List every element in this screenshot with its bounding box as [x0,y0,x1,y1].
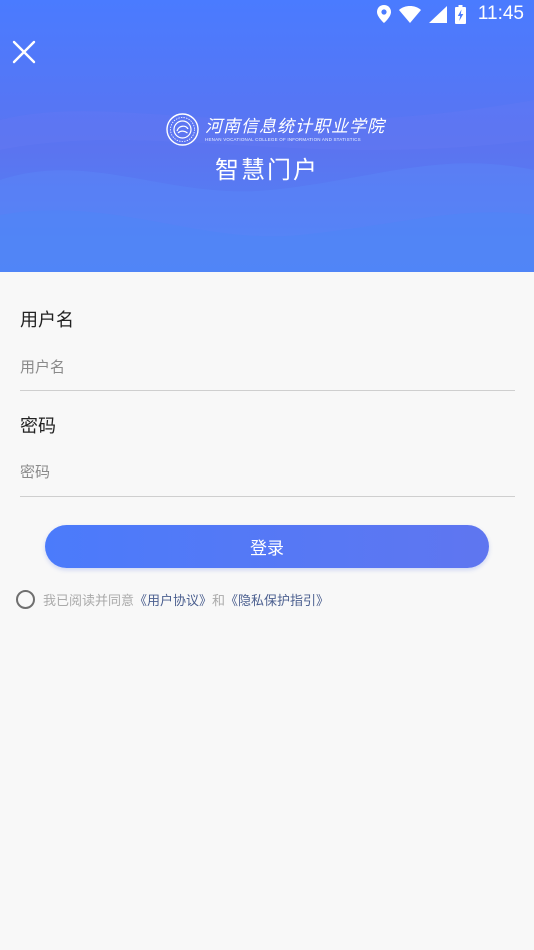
agreement-prefix: 我已阅读并同意 [43,594,135,609]
school-name-cn: 河南信息统计职业学院 [205,116,385,137]
close-button[interactable] [10,38,38,66]
school-emblem-icon [166,113,199,146]
password-underline [20,496,515,497]
school-name-en: HENAN VOCATIONAL COLLEGE OF INFORMATION … [205,136,361,142]
portal-title: 智慧门户 [215,156,319,184]
battery-charging-icon [454,4,466,24]
school-logo: 河南信息统计职业学院 HENAN VOCATIONAL COLLEGE OF I… [166,113,385,146]
user-agreement-link[interactable]: 《用户协议》 [134,590,212,609]
username-label: 用户名 [20,310,74,331]
signal-icon [428,5,447,23]
username-input[interactable] [20,347,515,387]
agreement-conjunction: 和 [212,594,226,609]
login-button[interactable]: 登录 [45,525,489,568]
header-banner: 11:45 河南信息统计职业学院 HENAN VOCATIONAL COLLEG… [0,0,534,272]
location-icon [376,5,391,23]
status-time: 11:45 [477,3,524,24]
password-label: 密码 [20,416,56,437]
wifi-icon [398,5,421,23]
close-icon [12,40,36,64]
password-input[interactable] [20,452,515,492]
status-bar: 11:45 [0,0,534,28]
agreement-row: 我已阅读并同意 《用户协议》 和 《隐私保护指引》 [16,590,329,609]
privacy-guide-link[interactable]: 《隐私保护指引》 [225,590,329,609]
username-underline [20,390,515,391]
agreement-radio[interactable] [16,590,35,609]
